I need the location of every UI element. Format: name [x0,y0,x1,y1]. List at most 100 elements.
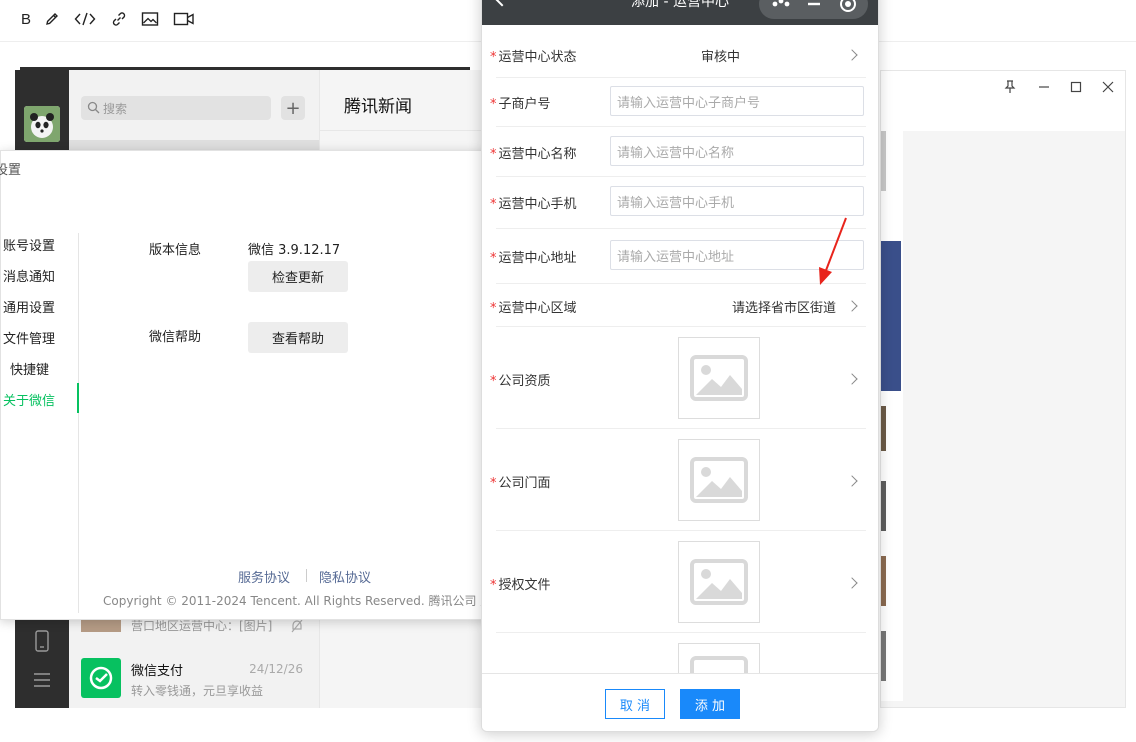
chevron-right-icon [846,373,858,385]
link-icon[interactable] [108,9,130,29]
copyright-text: Copyright © 2011-2024 Tencent. All Right… [103,594,505,608]
required-mark: * [490,374,497,389]
add-button[interactable]: + [281,96,305,120]
authorization-label-text: 授权文件 [498,578,551,593]
settings-nav [1,233,79,613]
dialog-footer: 取 消 添 加 [482,673,878,731]
qualification-label-text: 公司资质 [498,374,551,389]
code-icon[interactable] [74,9,96,29]
region-row[interactable]: * 运营中心区域 请选择省市区街道 [490,284,866,327]
cancel-button[interactable]: 取 消 [605,689,665,719]
add-operation-center-dialog: 添加 - 运营中心 * 运营中心状态 审核中 * 子商户号 请输入运营中心子商户号 … [481,0,879,732]
phone-input[interactable]: 请输入运营中心手机 [610,186,864,216]
sub-merchant-input[interactable]: 请输入运营中心子商户号 [610,86,864,116]
annotation-arrow-icon [819,217,847,285]
thumbnail [881,556,886,606]
address-label: * 运营中心地址 [490,247,577,266]
sub-merchant-row: * 子商户号 请输入运营中心子商户号 [490,78,866,127]
settings-title: 设置 [0,163,22,178]
background-window [880,70,1126,708]
privacy-link[interactable]: 隐私协议 [319,567,371,586]
pin-icon[interactable] [1003,79,1017,93]
chevron-right-icon [846,300,858,312]
search-input[interactable]: 搜索 [81,96,271,120]
minimize-icon[interactable] [806,0,822,16]
settings-nav-files[interactable]: 文件管理 [3,328,55,347]
link-separator [306,569,307,582]
status-label: * 运营中心状态 [490,46,577,65]
divider [320,130,491,131]
minimize-icon[interactable] [1037,79,1051,93]
image-placeholder-icon [690,457,748,503]
region-label-text: 运营中心区域 [498,301,577,316]
image-placeholder-icon [690,559,748,605]
phone-label: * 运营中心手机 [490,193,577,212]
settings-nav-about[interactable]: 关于微信 [3,390,55,409]
image-icon[interactable] [139,9,161,29]
name-input[interactable]: 请输入运营中心名称 [610,136,864,166]
settings-nav-shortcuts[interactable]: 快捷键 [10,359,49,378]
storefront-image-upload[interactable] [678,439,760,521]
chat-title: 腾讯新闻 [344,97,412,117]
phone-label-text: 运营中心手机 [498,197,577,212]
list-item-date: 24/12/26 [249,662,303,676]
list-item-title: 微信支付 [131,664,184,679]
chevron-right-icon [846,577,858,589]
settings-nav-notifications[interactable]: 消息通知 [3,266,55,285]
maximize-icon[interactable] [1069,79,1083,93]
title-bar [881,71,1125,131]
authorization-label: * 授权文件 [490,574,551,593]
wechat-pay-icon [81,658,121,698]
qualification-row[interactable]: * 公司资质 [490,327,866,429]
address-row: * 运营中心地址 请输入运营中心地址 [490,229,866,284]
phone-icon[interactable] [34,630,50,656]
thumbnail [881,131,886,191]
authorization-row[interactable]: * 授权文件 [490,531,866,633]
group-avatar [81,620,121,632]
name-row: * 运营中心名称 请输入运营中心名称 [490,127,866,177]
add-button[interactable]: 添 加 [680,689,740,719]
service-agreement-link[interactable]: 服务协议 [238,567,290,586]
sub-merchant-label-text: 子商户号 [498,97,551,112]
search-placeholder: 搜索 [103,101,128,116]
list-item-preview: 转入零钱通，元旦享收益 [131,684,264,698]
required-mark: * [490,251,497,266]
image-placeholder-icon [690,355,748,401]
authorization-image-upload[interactable] [678,541,760,623]
settings-nav-account[interactable]: 账号设置 [3,235,55,254]
qualification-image-upload[interactable] [678,337,760,419]
chevron-right-icon [846,475,858,487]
thumbnail [881,631,886,681]
thumbnail [881,406,886,451]
view-help-button[interactable]: 查看帮助 [248,322,348,353]
required-mark: * [490,301,497,316]
status-label-text: 运营中心状态 [498,50,577,65]
avatar[interactable] [24,106,60,142]
capsule-menu [759,0,868,19]
close-icon[interactable] [1101,79,1115,93]
search-icon [87,101,100,117]
region-value: 请选择省市区街道 [732,301,837,316]
name-label: * 运营中心名称 [490,143,577,162]
status-row[interactable]: * 运营中心状态 审核中 [490,31,866,78]
chevron-right-icon [846,49,858,61]
phone-row: * 运营中心手机 请输入运营中心手机 [490,177,866,229]
check-update-button[interactable]: 检查更新 [248,261,348,292]
bold-button[interactable]: B [15,9,37,29]
version-value: 微信 3.9.12.17 [248,243,341,258]
settings-panel: 设置 账号设置 消息通知 通用设置 文件管理 快捷键 关于微信 版本信息 微信 … [0,150,504,620]
close-target-icon[interactable] [839,0,857,17]
required-mark: * [490,578,497,593]
image-thumbnails [881,131,903,701]
storefront-label: * 公司门面 [490,472,551,491]
video-icon[interactable] [172,9,196,29]
address-label-text: 运营中心地址 [498,251,577,266]
region-label: * 运营中心区域 [490,297,577,316]
menu-icon[interactable] [33,672,51,692]
settings-nav-general[interactable]: 通用设置 [3,297,55,316]
list-item[interactable]: 微信支付 24/12/26 转入零钱通，元旦享收益 [69,646,319,708]
more-dots-icon[interactable] [771,0,791,16]
storefront-row[interactable]: * 公司门面 [490,429,866,531]
required-mark: * [490,147,497,162]
pencil-icon[interactable] [41,9,63,29]
